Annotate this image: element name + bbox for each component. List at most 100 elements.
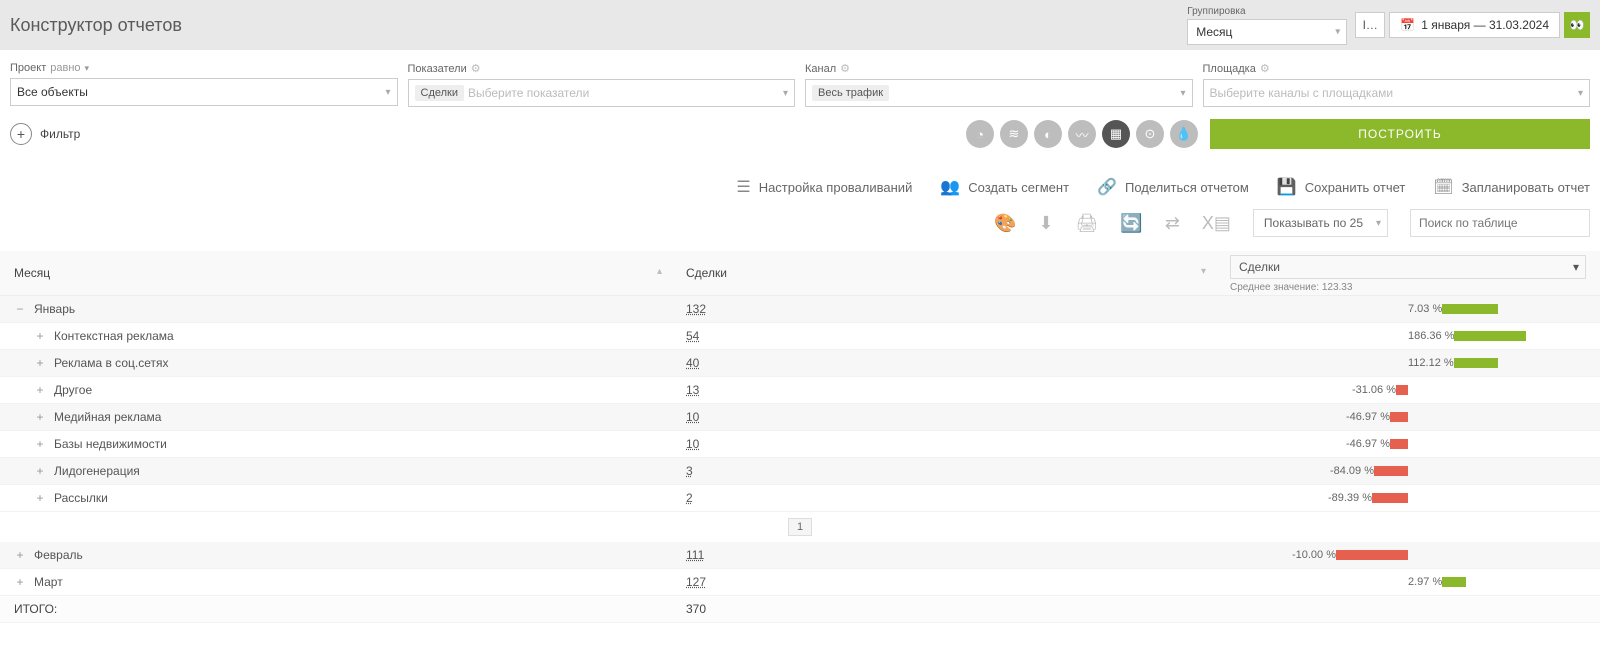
page-title: Конструктор отчетов: [10, 15, 1187, 36]
grouping-label: Группировка: [1187, 6, 1347, 17]
expand-icon[interactable]: +: [34, 383, 46, 397]
row-value[interactable]: 111: [686, 548, 704, 562]
download-icon[interactable]: ⬇: [1038, 213, 1053, 234]
row-value[interactable]: 10: [686, 437, 699, 451]
percent-value: -10.00 %: [1292, 549, 1336, 561]
project-label: Проект равно ▾: [10, 62, 398, 74]
channel-select[interactable]: Весь трафик ▾: [805, 79, 1193, 107]
table-row: + Реклама в соц.сетях 40 112.12 %: [0, 350, 1600, 377]
row-name: Медийная реклама: [54, 410, 161, 424]
calendar-icon: 🗓: [1433, 177, 1453, 197]
speed-chart-icon[interactable]: ⊙: [1136, 120, 1164, 148]
topbar: Конструктор отчетов Группировка Месяц ▾ …: [0, 0, 1600, 50]
average-value: Среднее значение: 123.33: [1230, 282, 1586, 293]
project-select[interactable]: Все объекты ▾: [10, 78, 398, 106]
share-report-button[interactable]: 🔗Поделиться отчетом: [1097, 177, 1249, 197]
table-row: +Базы недвижимости10-46.97 %: [0, 431, 1600, 458]
pie-chart-icon[interactable]: ◐: [1034, 120, 1062, 148]
excel-icon[interactable]: X▤: [1202, 213, 1231, 234]
percent-value: -89.39 %: [1328, 492, 1372, 504]
row-value[interactable]: 132: [686, 302, 706, 316]
percent-value: -46.97 %: [1346, 438, 1390, 450]
build-button[interactable]: ПОСТРОИТЬ: [1210, 119, 1590, 149]
bar-positive: 112.12 %: [1408, 357, 1498, 369]
expand-icon[interactable]: +: [34, 437, 46, 451]
gear-icon[interactable]: ⚙: [840, 62, 850, 75]
table-row: +Медийная реклама10-46.97 %: [0, 404, 1600, 431]
schedule-report-button[interactable]: 🗓Запланировать отчет: [1433, 177, 1590, 197]
expand-icon[interactable]: −: [14, 302, 26, 316]
bar-negative: -46.97 %: [1346, 438, 1408, 450]
refresh-icon[interactable]: 🔄: [1120, 213, 1142, 234]
chevron-down-icon: ▾: [1335, 26, 1340, 37]
expand-icon[interactable]: +: [34, 491, 46, 505]
sort-icon: ▾: [1201, 266, 1206, 277]
row-name: Февраль: [34, 548, 83, 562]
page-number[interactable]: 1: [788, 518, 812, 536]
chevron-down-icon: ▾: [1376, 218, 1381, 229]
drill-settings-button[interactable]: ☰Настройка проваливаний: [736, 177, 912, 197]
area-chart-icon[interactable]: ≋: [1000, 120, 1028, 148]
gauge-chart-icon[interactable]: ◔: [966, 120, 994, 148]
chevron-down-icon[interactable]: ▾: [85, 63, 90, 74]
toolbar-tools: 🎨 ⬇ 🖨 🔄 ⇄ X▤ Показывать по 25 ▾: [0, 205, 1600, 251]
settings-icon[interactable]: ⇄: [1165, 213, 1180, 234]
expand-icon[interactable]: +: [34, 356, 46, 370]
row-value[interactable]: 2: [686, 491, 693, 505]
table-row: + Контекстная реклама 54 186.36 %: [0, 323, 1600, 350]
expand-icon[interactable]: +: [34, 329, 46, 343]
row-value[interactable]: 54: [686, 329, 699, 343]
col-month[interactable]: Месяц▴: [0, 251, 672, 296]
platform-select[interactable]: Выберите каналы с площадками ▾: [1203, 79, 1591, 107]
chart-type-icons: ◔ ≋ ◐ 〰 ▦ ⊙ 💧: [966, 120, 1198, 148]
metrics-select[interactable]: Сделки Выберите показатели ▾: [408, 79, 796, 107]
create-segment-button[interactable]: 👥Создать сегмент: [940, 177, 1069, 197]
comparison-metric-select[interactable]: Сделки ▾: [1230, 255, 1586, 279]
row-name: Январь: [34, 302, 75, 316]
table-chart-icon[interactable]: ▦: [1102, 120, 1130, 148]
row-name: Реклама в соц.сетях: [54, 356, 168, 370]
print-icon[interactable]: 🖨: [1076, 213, 1099, 234]
row-value[interactable]: 3: [686, 464, 693, 478]
bar-negative: -31.06 %: [1352, 384, 1408, 396]
expand-icon[interactable]: +: [14, 575, 26, 589]
grouping-select[interactable]: Месяц ▾: [1187, 19, 1347, 45]
metrics-filter: Показатели ⚙ Сделки Выберите показатели …: [408, 62, 796, 107]
bar-positive: 186.36 %: [1408, 330, 1526, 342]
users-icon: 👥: [940, 177, 960, 197]
chevron-down-icon: ▾: [385, 87, 390, 98]
layout-toggle-button[interactable]: I…: [1355, 12, 1385, 38]
channel-filter: Канал ⚙ Весь трафик ▾: [805, 62, 1193, 107]
expand-icon[interactable]: +: [14, 548, 26, 562]
platform-label: Площадка ⚙: [1203, 62, 1591, 75]
row-name: Март: [34, 575, 63, 589]
report-table: Месяц▴ Сделки▾ Сделки ▾ Среднее значение…: [0, 251, 1600, 512]
row-name: Контекстная реклама: [54, 329, 174, 343]
palette-icon[interactable]: 🎨: [994, 213, 1016, 234]
gear-icon[interactable]: ⚙: [471, 62, 481, 75]
col-deals[interactable]: Сделки▾: [672, 251, 1216, 296]
table-row: +Март1272.97 %: [0, 569, 1600, 596]
expand-icon[interactable]: +: [34, 464, 46, 478]
gear-icon[interactable]: ⚙: [1260, 62, 1270, 75]
row-value[interactable]: 13: [686, 383, 699, 397]
compare-button[interactable]: 👀: [1564, 12, 1590, 38]
drop-chart-icon[interactable]: 💧: [1170, 120, 1198, 148]
add-filter-button[interactable]: + Фильтр: [10, 123, 80, 145]
row-value[interactable]: 40: [686, 356, 699, 370]
row-name: Лидогенерация: [54, 464, 140, 478]
save-report-button[interactable]: 💾Сохранить отчет: [1277, 177, 1406, 197]
chevron-down-icon: ▾: [783, 88, 788, 99]
line-chart-icon[interactable]: 〰: [1068, 120, 1096, 148]
save-icon: 💾: [1277, 177, 1297, 197]
table-row: −Январь1327.03 %: [0, 296, 1600, 323]
platform-filter: Площадка ⚙ Выберите каналы с площадками …: [1203, 62, 1591, 107]
page-size-select[interactable]: Показывать по 25 ▾: [1253, 209, 1388, 237]
expand-icon[interactable]: +: [34, 410, 46, 424]
row-value[interactable]: 127: [686, 575, 706, 589]
table-search-input[interactable]: [1410, 209, 1590, 237]
bar-negative: -84.09 %: [1330, 465, 1408, 477]
pager: 1: [0, 512, 1600, 542]
date-range-button[interactable]: 📅 1 января — 31.03.2024: [1389, 12, 1560, 38]
row-value[interactable]: 10: [686, 410, 699, 424]
